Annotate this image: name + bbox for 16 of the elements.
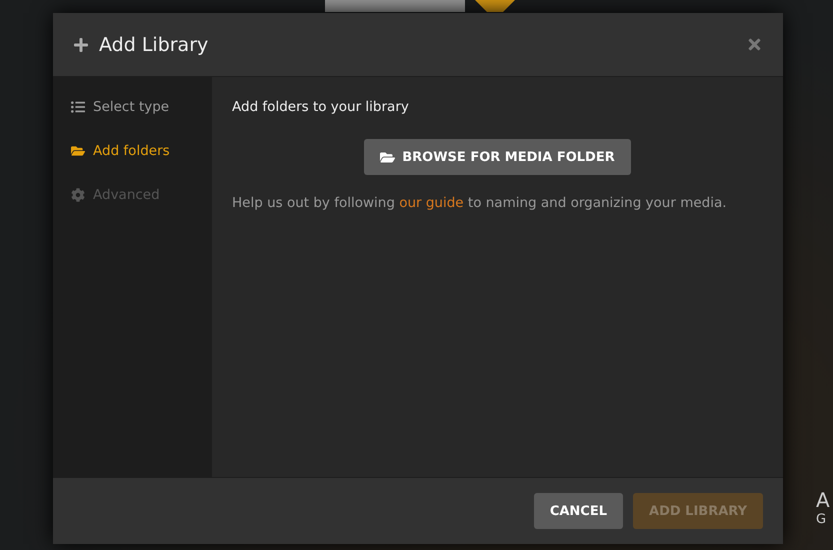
list-icon [71,100,85,114]
dialog-title: Add Library [99,34,210,56]
browse-button[interactable]: BROWSE FOR MEDIA FOLDER [364,139,631,175]
help-text: Help us out by following our guide to naming and organizing your media. [232,195,728,211]
guide-link[interactable]: our guide [399,195,464,211]
background-text: G [816,512,828,527]
folder-icon [380,150,396,164]
close-button[interactable] [746,36,763,53]
section-heading: Add folders to your library [232,99,410,115]
folder-icon [71,144,85,158]
step-item[interactable]: Add folders [53,129,212,173]
plus-icon [73,36,89,52]
step-item[interactable]: Select type [53,85,212,129]
gear-icon [71,188,85,202]
background-text: A [816,488,830,512]
cancel-button[interactable]: CANCEL [534,493,624,529]
